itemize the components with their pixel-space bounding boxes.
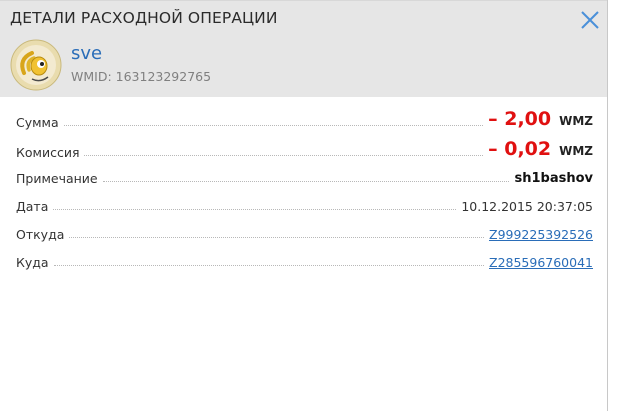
fee-amount: – 0,02 [488,138,552,160]
operation-details-dialog: ДЕТАЛИ РАСХОДНОЙ ОПЕРАЦИИ sve WMID: 1631… [0,0,608,411]
sum-amount: – 2,00 [488,108,552,130]
user-name[interactable]: sve [71,43,102,64]
sum-label: Сумма [16,115,59,130]
webmoney-logo-icon [10,39,62,91]
detail-row-note: Примечание sh1bashov [16,171,593,186]
date-value: 10.12.2015 20:37:05 [461,199,593,214]
fee-label: Комиссия [16,145,80,160]
sum-value-group: – 2,00 WMZ [488,108,593,130]
fee-value-group: – 0,02 WMZ [488,138,593,160]
from-purse-link[interactable]: Z999225392526 [489,227,593,242]
from-label: Откуда [16,227,65,242]
fee-currency: WMZ [559,144,593,158]
dialog-title: ДЕТАЛИ РАСХОДНОЙ ОПЕРАЦИИ [10,9,278,27]
detail-row-to: Куда Z285596760041 [16,255,593,270]
dot-leader [53,265,484,266]
detail-row-fee: Комиссия – 0,02 WMZ [16,138,593,160]
close-icon[interactable] [580,10,600,30]
dot-leader [84,155,484,156]
detail-row-sum: Сумма – 2,00 WMZ [16,108,593,130]
detail-row-date: Дата 10.12.2015 20:37:05 [16,199,593,214]
note-label: Примечание [16,171,98,186]
date-label: Дата [16,199,49,214]
detail-row-from: Откуда Z999225392526 [16,227,593,242]
dot-leader [69,237,484,238]
sum-currency: WMZ [559,114,593,128]
dot-leader [63,125,484,126]
dot-leader [102,181,510,182]
user-wmid: WMID: 163123292765 [71,69,212,84]
dialog-header: ДЕТАЛИ РАСХОДНОЙ ОПЕРАЦИИ sve WMID: 1631… [0,0,607,97]
note-value: sh1bashov [514,171,593,186]
to-purse-link[interactable]: Z285596760041 [489,255,593,270]
dot-leader [53,209,457,210]
to-label: Куда [16,255,49,270]
